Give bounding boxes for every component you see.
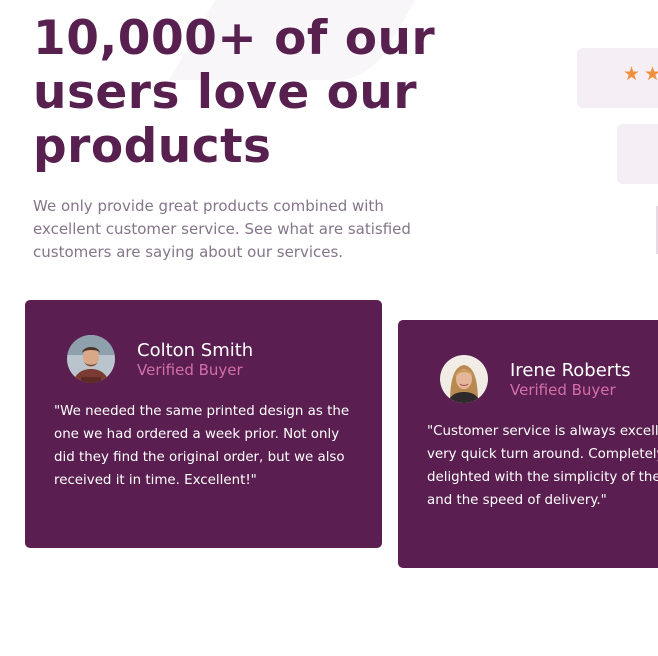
headline-line: products xyxy=(33,119,272,174)
rating-card: ★ ★ xyxy=(577,48,658,108)
quote-line: very quick turn around. Completely xyxy=(427,447,658,462)
quote-line: did they find the original order, but we… xyxy=(54,450,345,465)
intro-line: excellent customer service. See what are… xyxy=(33,220,411,238)
avatar-irene-icon xyxy=(440,355,488,403)
quote-line: "We needed the same printed design as th… xyxy=(54,404,350,419)
quote-line: delighted with the simplicity of the xyxy=(427,470,658,485)
page-headline: 10,000+ of our users love our products xyxy=(33,12,435,174)
star-icon: ★ xyxy=(644,63,658,85)
quote-line: "Customer service is always excelle xyxy=(427,424,658,439)
intro-paragraph: We only provide great products combined … xyxy=(33,195,423,264)
reviewer-name: Irene Roberts xyxy=(510,360,631,381)
testimonial-quote: "We needed the same printed design as th… xyxy=(54,400,359,492)
quote-line: one we had ordered a week prior. Not onl… xyxy=(54,427,340,442)
verified-buyer-badge: Verified Buyer xyxy=(137,361,243,379)
quote-line: received it in time. Excellent!" xyxy=(54,473,257,488)
headline-line: users love our xyxy=(33,65,418,120)
avatar xyxy=(440,355,488,403)
avatar-colton-icon xyxy=(67,335,115,383)
star-icon: ★ xyxy=(623,63,641,85)
rating-card-secondary xyxy=(617,124,658,184)
intro-line: customers are saying about our services. xyxy=(33,243,344,261)
avatar xyxy=(67,335,115,383)
intro-line: We only provide great products combined … xyxy=(33,197,384,215)
verified-buyer-badge: Verified Buyer xyxy=(510,381,616,399)
quote-line: and the speed of delivery." xyxy=(427,493,607,508)
headline-line: 10,000+ of our xyxy=(33,11,436,66)
testimonial-card: Irene Roberts Verified Buyer "Customer s… xyxy=(398,320,658,568)
reviewer-name: Colton Smith xyxy=(137,340,254,361)
testimonial-card: Colton Smith Verified Buyer "We needed t… xyxy=(25,300,382,548)
testimonial-quote: "Customer service is always excelle very… xyxy=(427,420,658,512)
